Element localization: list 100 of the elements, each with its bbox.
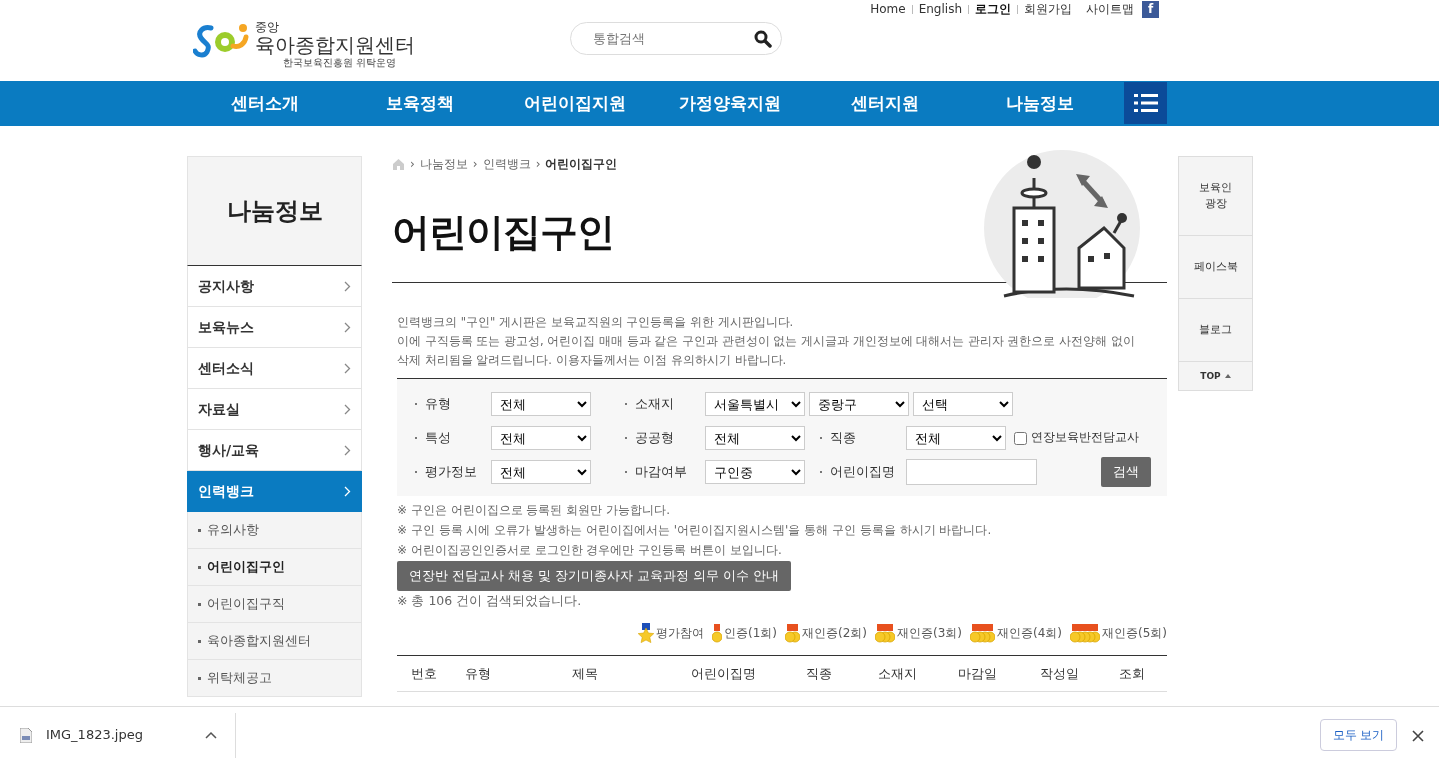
sidebar-item[interactable]: 공지사항 — [187, 266, 362, 307]
sidebar-subitem[interactable]: 어린이집구직 — [187, 586, 362, 623]
close-icon — [1412, 730, 1424, 742]
sidebar-subitem[interactable]: 어린이집구인 — [187, 549, 362, 586]
breadcrumb-link[interactable]: 인력뱅크 — [482, 155, 531, 173]
intro-text: 이에 구직등록 또는 광고성, 어린이집 매매 등과 같은 구인과 관련성이 없는 게시글과 개인정보에 대해서는 관리자 권한으로 사전양해 없이 — [397, 333, 1136, 350]
guide-button[interactable]: 연장반 전담교사 채용 및 장기미종사자 교육과정 의무 이수 안내 — [397, 561, 791, 591]
notice-text: ※ 구인 등록 시에 오류가 발생하는 어린이집에서는 '어린이집지원시스템'을 통해 구인 등록을 하시기 바랍니다. — [397, 522, 993, 539]
filter-select[interactable]: 전체 — [491, 426, 591, 450]
breadcrumb-separator: › — [410, 156, 415, 173]
sidebar-title: 나눔정보 — [187, 156, 362, 266]
sidebar-item[interactable]: 행사/교육 — [187, 430, 362, 471]
filter-select[interactable]: 전체 — [906, 426, 1006, 450]
filter-select[interactable]: 전체 — [491, 460, 591, 484]
legend-label: 평가참여 — [656, 625, 704, 642]
medal-icon — [1070, 623, 1100, 643]
util-link[interactable]: English — [918, 0, 962, 18]
filter-label: 마감여부 — [635, 463, 687, 482]
quick-link[interactable]: 보육인 광장 — [1179, 157, 1252, 236]
sidebar-item[interactable]: 인력뱅크 — [187, 471, 362, 512]
legend-label: 재인증(3회) — [897, 625, 962, 642]
quick-link[interactable]: 블로그 — [1179, 299, 1252, 362]
top-link[interactable]: TOP — [1179, 362, 1252, 390]
checkbox-label[interactable]: 연장보육반전담교사 — [1014, 429, 1139, 447]
sidebar-subitem[interactable]: 위탁체공고 — [187, 660, 362, 697]
nav-link[interactable]: 가정양육지원 — [652, 81, 807, 126]
util-link[interactable]: 회원가입 — [1024, 0, 1072, 18]
column-header: 소재지 — [876, 664, 918, 683]
util-link[interactable]: 사이트맵 — [1086, 0, 1134, 18]
menu-icon — [1133, 93, 1158, 113]
show-all-button[interactable]: 모두 보기 — [1320, 719, 1397, 751]
quick-link[interactable]: 페이스북 — [1179, 236, 1252, 299]
chevron-right-icon — [344, 321, 351, 333]
filter-label: 소재지 — [635, 395, 674, 414]
breadcrumb-link[interactable]: 나눔정보 — [419, 155, 468, 173]
legend-label: 재인증(2회) — [802, 625, 867, 642]
intro-text: 삭제 처리됨을 알려드립니다. 이용자들께서는 이점 유의하시기 바랍니다. — [397, 352, 788, 369]
filter-label: 직종 — [830, 429, 856, 448]
search-icon[interactable] — [754, 30, 772, 48]
search-button[interactable]: 검색 — [1101, 457, 1151, 487]
legend-label: 재인증(4회) — [997, 625, 1062, 642]
intro-text: 인력뱅크의 "구인" 게시판은 보육교직원의 구인등록을 위한 게시판입니다. — [397, 314, 795, 331]
notice-text: ※ 구인은 어린이집으로 등록된 회원만 가능합니다. — [397, 502, 671, 519]
sidebar-item[interactable]: 자료실 — [187, 389, 362, 430]
filter-label: 평가정보 — [425, 463, 477, 482]
filter-select[interactable]: 선택 — [913, 392, 1013, 416]
column-header: 직종 — [805, 664, 833, 683]
chevron-right-icon — [344, 485, 351, 497]
medal-icon — [785, 623, 800, 643]
filter-select[interactable]: 구인중 — [705, 460, 805, 484]
name-field[interactable] — [906, 459, 1037, 485]
filter-select[interactable]: 중랑구 — [809, 392, 909, 416]
chevron-right-icon — [344, 444, 351, 456]
column-header: 조회 — [1117, 664, 1146, 683]
chevron-right-icon — [344, 280, 351, 292]
nav-link[interactable]: 센터소개 — [187, 81, 342, 126]
nav-link[interactable]: 센터지원 — [807, 81, 962, 126]
logo-subtitle: 한국보육진흥원 위탁운영 — [282, 56, 398, 69]
legend-label: 재인증(5회) — [1102, 625, 1167, 642]
result-count: ※ 총 106 건이 검색되었습니다. — [397, 592, 583, 610]
column-header: 유형 — [464, 664, 492, 683]
sidebar-item[interactable]: 센터소식 — [187, 348, 362, 389]
nav-link[interactable]: 나눔정보 — [962, 81, 1117, 126]
chevron-up-icon[interactable] — [205, 731, 217, 739]
filter-select[interactable]: 전체 — [491, 392, 591, 416]
breadcrumb-separator: › — [535, 156, 541, 173]
nav-link[interactable]: 어린이집지원 — [497, 81, 652, 126]
nav-link[interactable]: 보육정책 — [342, 81, 497, 126]
logo-text: 중앙 — [255, 20, 280, 34]
breadcrumb-separator: › — [472, 156, 478, 173]
caret-up-icon — [1224, 374, 1231, 378]
util-link[interactable]: Home — [870, 0, 906, 18]
menu-button[interactable] — [1124, 82, 1167, 124]
legend-label: 인증(1회) — [724, 625, 777, 642]
filter-label: 특성 — [425, 429, 451, 448]
logo-text: 육아종합지원센터 — [255, 34, 415, 56]
filter-label: 유형 — [425, 395, 451, 414]
checkbox[interactable] — [1014, 431, 1027, 445]
column-header: 어린이집명 — [689, 664, 757, 683]
column-header: 제목 — [571, 664, 599, 683]
column-header: 작성일 — [1038, 664, 1080, 683]
search-field[interactable]: 통합검색 — [570, 22, 782, 55]
column-header: 번호 — [410, 664, 438, 683]
medal-icon — [875, 623, 895, 643]
medal-icon — [712, 623, 722, 643]
sidebar-subitem[interactable]: 유의사항 — [187, 512, 362, 549]
util-link[interactable]: 로그인 — [975, 0, 1011, 18]
filter-label: 어린이집명 — [830, 463, 895, 482]
filter-select[interactable]: 전체 — [705, 426, 805, 450]
home-icon — [392, 158, 405, 170]
sidebar-item[interactable]: 보육뉴스 — [187, 307, 362, 348]
filter-select[interactable]: 서울특별시 — [705, 392, 805, 416]
medal-icon — [970, 623, 995, 643]
facebook-link[interactable]: f — [1142, 0, 1159, 18]
filter-label: 공공형 — [635, 429, 674, 448]
chevron-right-icon — [344, 403, 351, 415]
file-name: IMG_1823.jpeg — [46, 726, 143, 745]
notice-text: ※ 어린이집공인인증서로 로그인한 경우에만 구인등록 버튼이 보입니다. — [397, 542, 783, 559]
sidebar-subitem[interactable]: 육아종합지원센터 — [187, 623, 362, 660]
star-medal-icon — [638, 623, 654, 643]
